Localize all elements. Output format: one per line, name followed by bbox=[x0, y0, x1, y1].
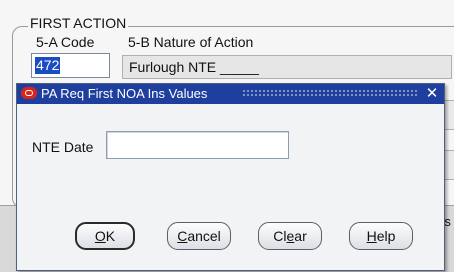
oracle-forms-icon bbox=[21, 87, 37, 99]
cancel-accelerator: C bbox=[177, 228, 188, 244]
help-label-rest: elp bbox=[376, 228, 396, 244]
nte-date-input[interactable] bbox=[106, 131, 289, 159]
nature-column-label: 5-B Nature of Action bbox=[128, 34, 254, 50]
nature-of-action-field[interactable]: Furlough NTE _____ bbox=[122, 55, 452, 79]
help-accelerator: H bbox=[366, 228, 377, 244]
clear-label-pre: Cl bbox=[273, 228, 287, 244]
ok-button[interactable]: OK bbox=[75, 222, 135, 250]
group-title: FIRST ACTION bbox=[28, 15, 129, 31]
dialog-titlebar[interactable]: PA Req First NOA Ins Values ✕ bbox=[17, 84, 444, 104]
clear-label-post: ar bbox=[294, 228, 307, 244]
dialog-title: PA Req First NOA Ins Values bbox=[41, 86, 208, 101]
close-icon[interactable]: ✕ bbox=[423, 84, 441, 104]
clear-button[interactable]: Clear bbox=[258, 222, 322, 250]
noa-values-dialog: PA Req First NOA Ins Values ✕ NTE Date O… bbox=[16, 83, 445, 271]
code-field[interactable]: 472 bbox=[31, 53, 110, 78]
help-button[interactable]: Help bbox=[349, 222, 413, 250]
ok-label-rest: K bbox=[105, 228, 116, 244]
nte-date-label: NTE Date bbox=[32, 139, 94, 155]
code-column-label: 5-A Code bbox=[36, 34, 95, 50]
code-value: 472 bbox=[35, 57, 61, 74]
cancel-button[interactable]: Cancel bbox=[167, 222, 231, 250]
titlebar-grip bbox=[242, 89, 418, 98]
cancel-label-rest: ancel bbox=[187, 228, 221, 244]
ok-accelerator: O bbox=[94, 228, 106, 244]
